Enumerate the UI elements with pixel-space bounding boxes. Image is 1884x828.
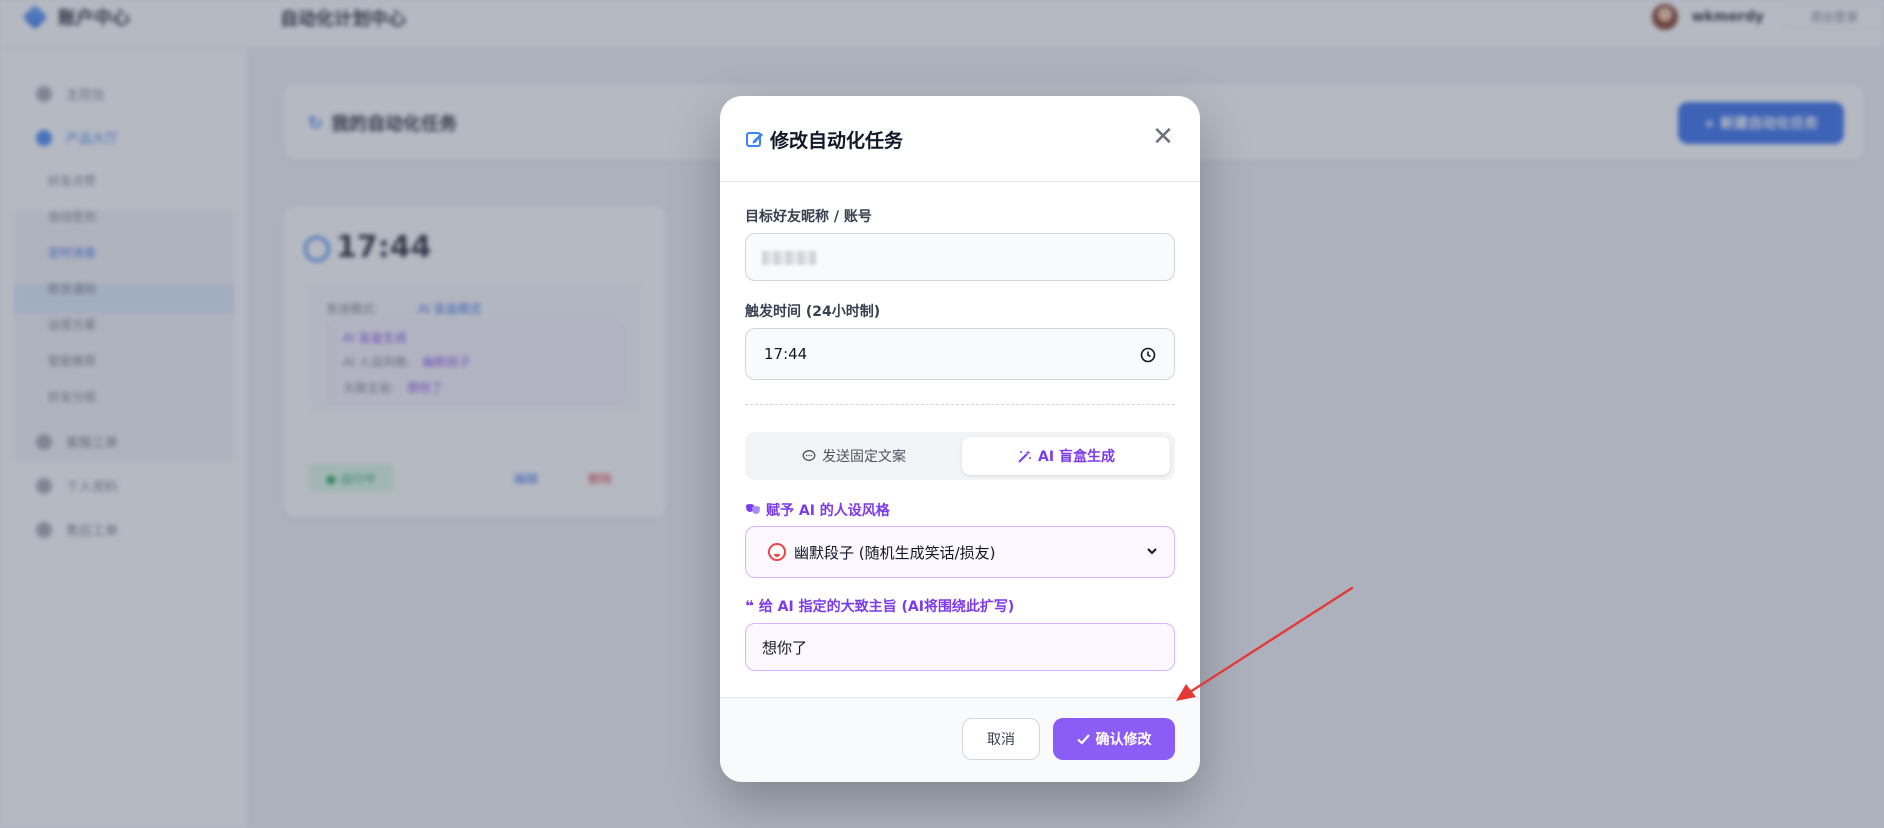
- confirm-edit-button[interactable]: 确认修改: [1053, 718, 1175, 760]
- persona-label: 赋予 AI 的人设风格: [745, 500, 890, 520]
- trigger-time-input[interactable]: 17:44: [745, 328, 1175, 380]
- clown-face-icon: [768, 543, 786, 561]
- close-icon[interactable]: ✕: [1148, 122, 1178, 152]
- send-mode-toggle: 发送固定文案 AI 盲盒生成: [745, 432, 1175, 480]
- target-friend-value-redacted: [762, 251, 816, 265]
- quote-icon: ❝: [745, 597, 754, 615]
- chat-bubble-icon: [802, 450, 816, 461]
- mode-fixed-text-button[interactable]: 发送固定文案: [750, 437, 958, 475]
- mode-ai-label: AI 盲盒生成: [1038, 449, 1115, 465]
- section-divider: [745, 404, 1175, 405]
- persona-label-text: 赋予 AI 的人设风格: [766, 503, 890, 519]
- clock-icon[interactable]: [1140, 347, 1156, 363]
- edit-task-modal: 修改自动化任务 ✕ 目标好友昵称 / 账号 触发时间 (24小时制) 17:44…: [720, 96, 1200, 782]
- modal-title: 修改自动化任务: [770, 130, 904, 152]
- confirm-label: 确认修改: [1095, 732, 1152, 748]
- trigger-time-value: 17:44: [764, 345, 808, 363]
- mode-ai-blindbox-button[interactable]: AI 盲盒生成: [962, 437, 1170, 475]
- cancel-button[interactable]: 取消: [962, 718, 1040, 760]
- mode-fixed-label: 发送固定文案: [822, 449, 906, 465]
- persona-selected-value: 幽默段子 (随机生成笑话/损友): [794, 544, 996, 562]
- check-icon: [1076, 734, 1090, 745]
- chevron-down-icon: [1147, 548, 1157, 555]
- edit-icon: [746, 132, 763, 147]
- topic-input[interactable]: [745, 623, 1175, 671]
- topic-label: ❝ 给 AI 指定的大致主旨 (AI将围绕此扩写): [745, 596, 1014, 616]
- modal-header: 修改自动化任务 ✕: [720, 96, 1200, 182]
- persona-select[interactable]: 幽默段子 (随机生成笑话/损友): [745, 526, 1175, 578]
- magic-wand-icon: [1018, 449, 1032, 463]
- trigger-time-label: 触发时间 (24小时制): [745, 304, 881, 320]
- target-friend-label: 目标好友昵称 / 账号: [745, 209, 872, 225]
- theater-masks-icon: [746, 504, 760, 514]
- modal-footer: 取消 确认修改: [720, 697, 1200, 782]
- topic-label-text: 给 AI 指定的大致主旨 (AI将围绕此扩写): [758, 599, 1015, 615]
